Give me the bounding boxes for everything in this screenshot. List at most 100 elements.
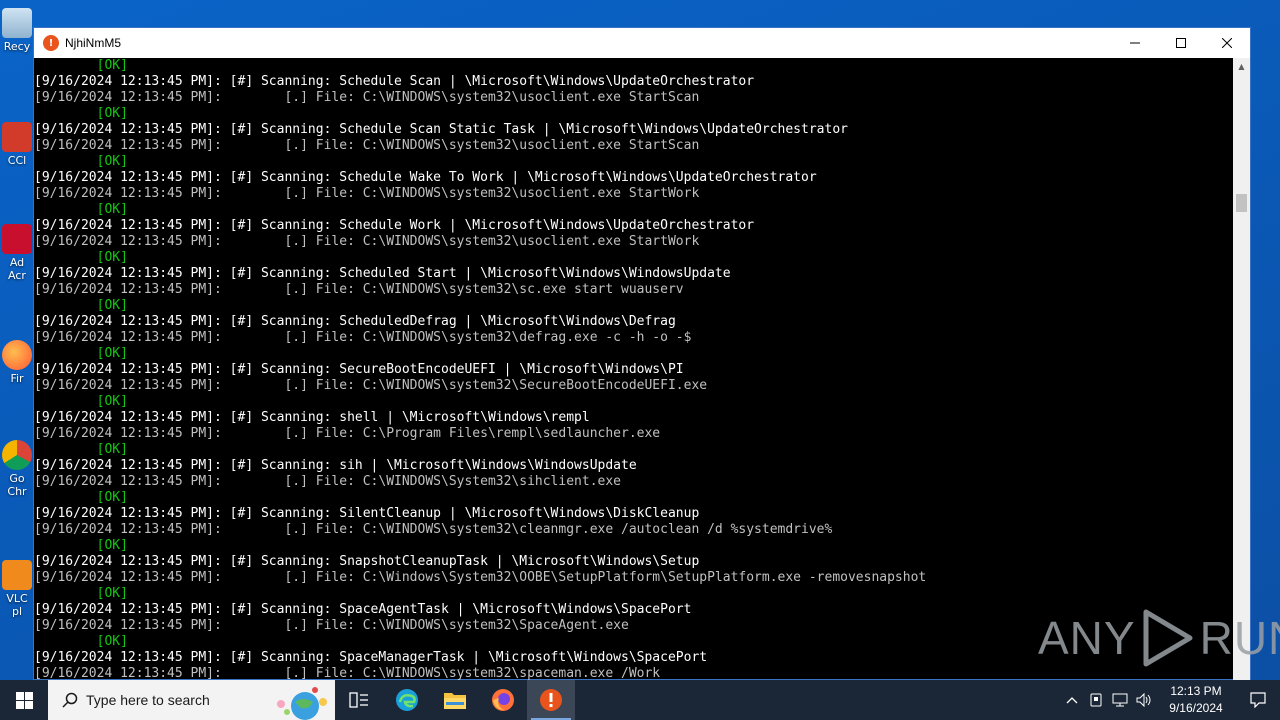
console-line: [9/16/2024 12:13:45 PM]: [.] File: C:\WI… [34,474,621,489]
play-logo-icon [1143,609,1193,667]
maximize-icon [1176,38,1186,48]
start-button[interactable] [0,680,48,720]
ccleaner-icon [2,122,32,152]
watermark-left: ANY [1038,612,1136,664]
minimize-button[interactable] [1112,28,1158,58]
console-line: [9/16/2024 12:13:45 PM]: [#] Scanning: S… [34,266,731,281]
console-status-ok: [OK] [34,442,128,457]
window-titlebar[interactable]: ! NjhiNmM5 [34,28,1250,58]
console-line: [9/16/2024 12:13:45 PM]: [#] Scanning: S… [34,170,817,185]
chevron-up-icon [1066,697,1078,704]
maximize-button[interactable] [1158,28,1204,58]
recycle-bin-icon [2,8,32,38]
console-status-ok: [OK] [34,346,128,361]
minimize-icon [1130,42,1140,44]
taskbar-file-explorer[interactable] [431,680,479,720]
console-line: [9/16/2024 12:13:45 PM]: [.] File: C:\WI… [34,186,700,201]
desktop-icon-chrome[interactable]: Go Chr [0,440,34,498]
console-line: [9/16/2024 12:13:45 PM]: [.] File: C:\WI… [34,666,661,680]
anyrun-watermark: ANY RUN [1038,608,1280,668]
console-status-ok: [OK] [34,106,128,121]
tray-device-button[interactable] [1084,680,1108,720]
console-line: [9/16/2024 12:13:45 PM]: [.] File: C:\WI… [34,282,684,297]
app-icon: ! [43,35,59,51]
clock-time: 12:13 PM [1170,684,1222,698]
search-highlight-icon [277,687,327,720]
desktop-icon-label: VLC pl [6,592,28,618]
console-line: [9/16/2024 12:13:45 PM]: [.] File: C:\WI… [34,378,708,393]
console-line: [9/16/2024 12:13:45 PM]: [#] Scanning: s… [34,458,637,473]
network-icon [1112,693,1128,707]
desktop-icon-acrobat[interactable]: Ad Acr [0,224,34,282]
desktop-icon-label: Go Chr [7,472,27,498]
notification-icon [1250,692,1266,708]
console-status-ok: [OK] [34,202,128,217]
system-tray: 12:13 PM 9/16/2024 [1060,680,1280,720]
console-line: [9/16/2024 12:13:45 PM]: [#] Scanning: S… [34,218,755,233]
desktop-icon-label: Fir [10,372,24,385]
app-icon [540,689,562,711]
console-line: [9/16/2024 12:13:45 PM]: [#] Scanning: S… [34,74,755,89]
console-line: [9/16/2024 12:13:45 PM]: [.] File: C:\WI… [34,330,692,345]
task-view-button[interactable] [335,680,383,720]
firefox-icon [492,689,514,711]
console-line: [9/16/2024 12:13:45 PM]: [.] File: C:\WI… [34,522,833,537]
taskbar-clock[interactable]: 12:13 PM 9/16/2024 [1156,683,1236,717]
desktop-icon-label: Ad Acr [8,256,26,282]
console-output[interactable]: [OK] [9/16/2024 12:13:45 PM]: [#] Scannin… [34,58,1234,680]
search-icon [62,692,78,708]
desktop-icon-label: CCl [7,154,27,167]
clock-date: 9/16/2024 [1169,701,1223,715]
console-line: [9/16/2024 12:13:45 PM]: [.] File: C:\Pr… [34,426,661,441]
desktop-icon-firefox[interactable]: Fir [0,340,34,385]
desktop-icon-ccleaner[interactable]: CCl [0,122,34,167]
console-line: [9/16/2024 12:13:45 PM]: [#] Scanning: S… [34,314,676,329]
taskbar-edge[interactable] [383,680,431,720]
console-status-ok: [OK] [34,490,128,505]
search-placeholder: Type here to search [86,692,210,708]
vlc-icon [2,560,32,590]
acrobat-icon [2,224,32,254]
console-line: [9/16/2024 12:13:45 PM]: [.] File: C:\WI… [34,90,700,105]
desktop-icon-label: Recy [3,40,31,53]
desktop-icon-recycle-bin[interactable]: Recy [0,8,34,53]
task-view-icon [349,692,368,708]
console-status-ok: [OK] [34,58,128,73]
console-line: [9/16/2024 12:13:45 PM]: [#] Scanning: s… [34,410,590,425]
volume-button[interactable] [1132,680,1156,720]
console-status-ok: [OK] [34,250,128,265]
console-status-ok: [OK] [34,154,128,169]
speaker-icon [1136,693,1151,707]
window-title: NjhiNmM5 [65,36,122,50]
device-icon [1090,693,1102,707]
console-line: [9/16/2024 12:13:45 PM]: [#] Scanning: S… [34,506,700,521]
close-button[interactable] [1204,28,1250,58]
console-line: [9/16/2024 12:13:45 PM]: [.] File: C:\Wi… [34,570,927,585]
watermark-right: RUN [1199,612,1280,664]
windows-logo-icon [15,691,33,709]
vertical-scrollbar[interactable]: ▲ [1233,58,1250,680]
network-button[interactable] [1108,680,1132,720]
edge-icon [396,689,418,711]
window-controls [1112,28,1250,58]
console-line: [9/16/2024 12:13:45 PM]: [.] File: C:\WI… [34,138,700,153]
console-window: ! NjhiNmM5 [OK] [9/16/2024 12:13:45 PM]: … [33,27,1251,680]
console-line: [9/16/2024 12:13:45 PM]: [#] Scanning: S… [34,362,684,377]
action-center-button[interactable] [1236,680,1280,720]
taskbar-console-app[interactable] [527,680,575,720]
taskbar-firefox[interactable] [479,680,527,720]
console-status-ok: [OK] [34,394,128,409]
scroll-up-icon[interactable]: ▲ [1233,58,1250,75]
firefox-icon [2,340,32,370]
taskbar: Type here to search 12:13 PM 9/16/2024 [0,680,1280,720]
taskbar-search-box[interactable]: Type here to search [48,680,335,720]
folder-icon [444,693,466,709]
console-status-ok: [OK] [34,538,128,553]
desktop-icon-vlc[interactable]: VLC pl [0,560,34,618]
chrome-icon [2,440,32,470]
close-icon [1222,38,1232,48]
show-hidden-icons-button[interactable] [1060,680,1084,720]
console-status-ok: [OK] [34,298,128,313]
scrollbar-thumb[interactable] [1236,194,1247,212]
console-status-ok: [OK] [34,586,128,601]
